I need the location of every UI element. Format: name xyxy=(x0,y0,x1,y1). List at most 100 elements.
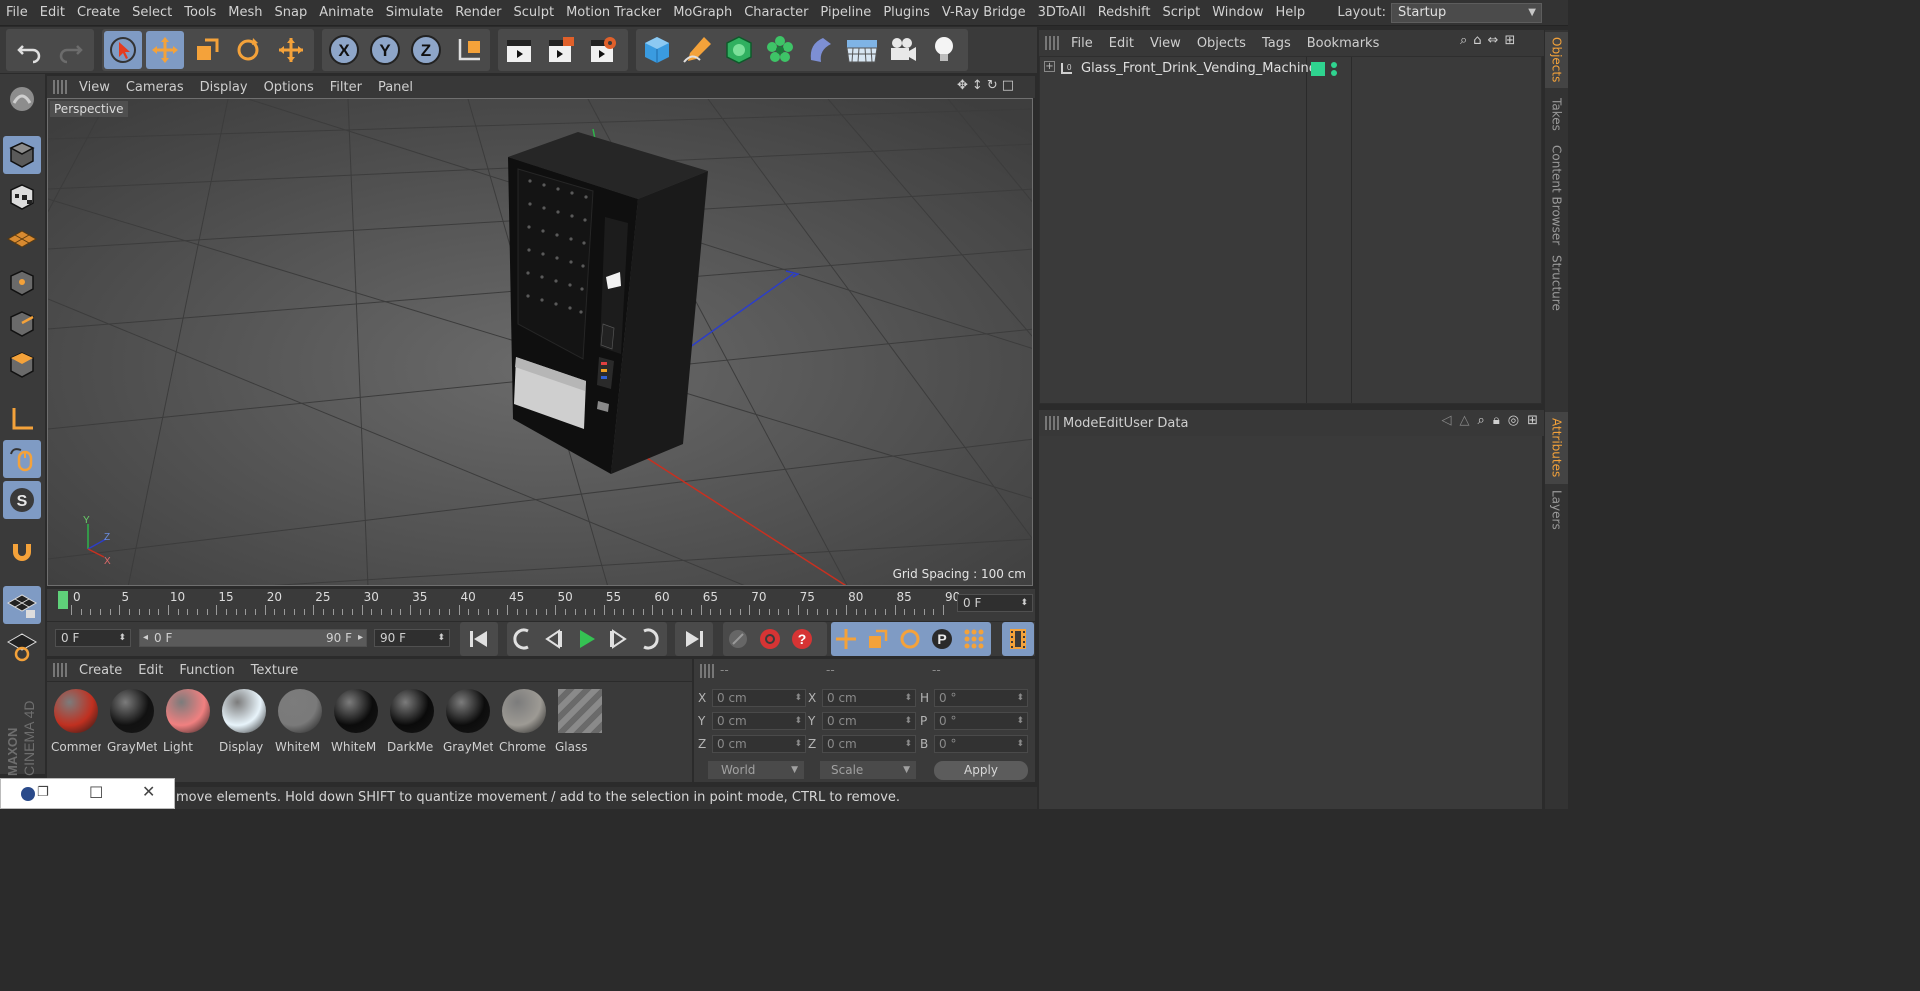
menu-mesh[interactable]: Mesh xyxy=(222,0,268,26)
deformer-button[interactable] xyxy=(802,31,840,69)
snapping-button[interactable] xyxy=(3,534,41,572)
coordinate-field[interactable]: 0 cm ⬍ xyxy=(822,689,916,707)
range-left-arrow-icon[interactable]: ◂ xyxy=(143,630,148,646)
solo-mode-button[interactable]: S xyxy=(3,481,41,519)
menu-function[interactable]: Function xyxy=(171,663,242,678)
material-swatch[interactable]: WhiteM xyxy=(331,686,381,754)
rotate-tool-button[interactable] xyxy=(229,31,267,69)
spinner-icon[interactable]: ⬍ xyxy=(1016,690,1024,706)
camera-button[interactable] xyxy=(884,31,922,69)
up-arrow-icon[interactable]: △ xyxy=(1460,413,1470,433)
menu-v-ray-bridge[interactable]: V-Ray Bridge xyxy=(936,0,1032,26)
next-key-button[interactable] xyxy=(631,620,669,658)
coordinate-field[interactable]: 0 cm ⬍ xyxy=(822,735,916,753)
keyframe-selection-button[interactable]: ? xyxy=(783,620,821,658)
menu-simulate[interactable]: Simulate xyxy=(380,0,449,26)
spinner-icon[interactable]: ⬍ xyxy=(437,630,445,646)
menu-snap[interactable]: Snap xyxy=(269,0,314,26)
material-swatch[interactable]: Chrome xyxy=(499,686,549,754)
spinner-icon[interactable]: ⬍ xyxy=(1020,595,1028,611)
workplane-mode-button[interactable] xyxy=(3,220,41,258)
spinner-icon[interactable]: ⬍ xyxy=(904,690,912,706)
tab-objects[interactable]: Objects xyxy=(1545,32,1568,88)
material-swatch[interactable]: Display xyxy=(219,686,269,754)
menu-edit[interactable]: Edit xyxy=(1098,416,1123,431)
tab-takes[interactable]: Takes xyxy=(1545,90,1568,138)
menu-character[interactable]: Character xyxy=(738,0,814,26)
render-settings-button[interactable] xyxy=(584,31,622,69)
coordinate-field[interactable]: 0 cm ⬍ xyxy=(712,712,806,730)
live-selection-button[interactable] xyxy=(104,31,142,69)
layer-color-swatch[interactable] xyxy=(1311,62,1325,76)
back-arrow-icon[interactable]: ◁ xyxy=(1442,413,1452,433)
tab-structure[interactable]: Structure xyxy=(1545,252,1568,314)
go-to-start-button[interactable] xyxy=(460,620,498,658)
size-mode-select[interactable]: Scale ▼ xyxy=(820,761,916,779)
menu-cameras[interactable]: Cameras xyxy=(118,80,192,95)
menu-mograph[interactable]: MoGraph xyxy=(667,0,738,26)
tab-layers[interactable]: Layers xyxy=(1545,486,1568,534)
menu-bookmarks[interactable]: Bookmarks xyxy=(1299,36,1388,51)
spinner-icon[interactable]: ⬍ xyxy=(794,713,802,729)
menu-sculpt[interactable]: Sculpt xyxy=(507,0,560,26)
search-icon[interactable]: ⌕ xyxy=(1478,413,1485,433)
frame-range-slider[interactable]: ◂ 0 F 90 F ▸ xyxy=(139,629,367,647)
floor-environment-button[interactable] xyxy=(843,31,881,69)
move-tool-button[interactable] xyxy=(146,31,184,69)
coordinate-mode-select[interactable]: World ▼ xyxy=(708,761,804,779)
maximize-view-icon[interactable]: □ xyxy=(1002,78,1014,96)
menu-tools[interactable]: Tools xyxy=(178,0,222,26)
material-swatch[interactable]: Glass xyxy=(555,686,605,754)
camera-label[interactable]: Perspective xyxy=(50,101,128,117)
model-mode-button[interactable] xyxy=(3,136,41,174)
menu-edit[interactable]: Edit xyxy=(34,0,71,26)
menu-motion-tracker[interactable]: Motion Tracker xyxy=(560,0,667,26)
lock-icon[interactable]: 🔒︎ xyxy=(1493,413,1500,433)
menu-panel[interactable]: Panel xyxy=(370,80,421,95)
home-icon[interactable]: ⌂ xyxy=(1473,33,1481,53)
menu-create[interactable]: Create xyxy=(71,0,126,26)
coordinate-system-button[interactable] xyxy=(450,31,488,69)
timeline-window-button[interactable] xyxy=(999,620,1037,658)
spline-pen-button[interactable] xyxy=(679,31,717,69)
redo-button[interactable] xyxy=(52,31,90,69)
coordinate-field[interactable]: 0 cm ⬍ xyxy=(822,712,916,730)
material-grip-icon[interactable] xyxy=(53,663,67,677)
new-panel-icon[interactable]: ⊞ xyxy=(1527,413,1538,433)
menu-window[interactable]: Window xyxy=(1206,0,1269,26)
coords-grip-icon[interactable] xyxy=(700,664,714,678)
menu-plugins[interactable]: Plugins xyxy=(877,0,936,26)
apply-button[interactable]: Apply xyxy=(934,761,1028,780)
menu-mode[interactable]: Mode xyxy=(1063,416,1098,431)
menu-create[interactable]: Create xyxy=(71,663,130,678)
spinner-icon[interactable]: ⬍ xyxy=(794,736,802,752)
expand-toggle-icon[interactable]: + xyxy=(1044,61,1055,72)
make-editable-button[interactable] xyxy=(3,80,41,118)
menu-file[interactable]: File xyxy=(0,0,34,26)
render-view-button[interactable] xyxy=(500,31,538,69)
menu-display[interactable]: Display xyxy=(192,80,256,95)
object-name[interactable]: Glass_Front_Drink_Vending_Machine xyxy=(1081,61,1317,76)
material-swatch[interactable]: Light xyxy=(163,686,213,754)
menu-edit[interactable]: Edit xyxy=(130,663,171,678)
tab-content-browser[interactable]: Content Browser xyxy=(1545,140,1568,250)
tweak-mode-button[interactable] xyxy=(3,440,41,478)
object-row[interactable]: + 0 Glass_Front_Drink_Vending_Machine xyxy=(1040,59,1541,79)
objects-grip-icon[interactable] xyxy=(1045,36,1059,50)
start-frame-field[interactable]: 0 F ⬍ xyxy=(55,629,131,647)
new-panel-icon[interactable]: ⊞ xyxy=(1504,33,1515,53)
menu-redshift[interactable]: Redshift xyxy=(1092,0,1157,26)
end-frame-field[interactable]: 90 F ⬍ xyxy=(374,629,450,647)
material-swatch[interactable]: WhiteM xyxy=(275,686,325,754)
visibility-dots-icon[interactable] xyxy=(1330,61,1338,77)
menu-texture[interactable]: Texture xyxy=(243,663,307,678)
menu-filter[interactable]: Filter xyxy=(322,80,370,95)
material-swatch[interactable]: GrayMet xyxy=(443,686,493,754)
menu-3dtoall[interactable]: 3DToAll xyxy=(1032,0,1092,26)
search-icon[interactable]: ⌕ xyxy=(1460,33,1467,53)
perspective-viewport[interactable]: Y Z X Perspective Grid Spacing : 100 cm xyxy=(47,98,1033,586)
subdivision-surface-button[interactable] xyxy=(720,31,758,69)
material-swatch[interactable]: Commer xyxy=(51,686,101,754)
coordinate-field[interactable]: 0 cm ⬍ xyxy=(712,689,806,707)
material-swatch[interactable]: DarkMe xyxy=(387,686,437,754)
